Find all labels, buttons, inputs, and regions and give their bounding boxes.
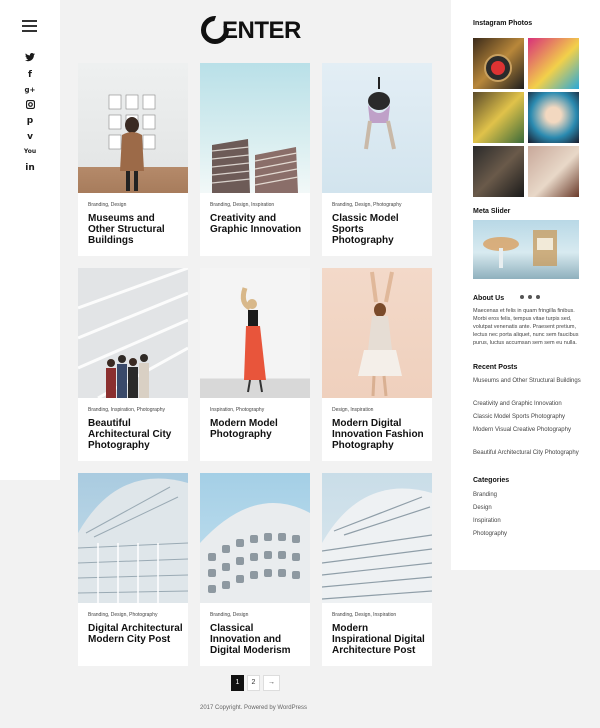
post-categories[interactable]: Inspiration, Photography: [210, 407, 264, 413]
recent-post-link[interactable]: Classic Model Sports Photography: [473, 413, 583, 422]
instagram-photo[interactable]: [528, 38, 579, 89]
category-link[interactable]: Inspiration: [473, 517, 583, 526]
post-title[interactable]: Museums and Other Structural Buildings: [88, 213, 184, 246]
twitter-icon[interactable]: [23, 53, 37, 65]
instagram-photo[interactable]: [528, 92, 579, 143]
post-title[interactable]: Creativity and Graphic Innovation: [210, 213, 306, 235]
google-plus-icon[interactable]: g+: [23, 84, 37, 96]
post-card[interactable]: Design, Inspiration Modern Digital Innov…: [322, 268, 432, 461]
instagram-photo[interactable]: [473, 146, 524, 197]
post-image[interactable]: [322, 63, 432, 193]
instagram-photo[interactable]: [473, 92, 524, 143]
category-link[interactable]: Design: [473, 504, 583, 513]
next-page-button[interactable]: →: [263, 675, 280, 691]
instagram-photo[interactable]: [473, 38, 524, 89]
instagram-icon[interactable]: [23, 99, 37, 112]
post-categories[interactable]: Design, Inspiration: [332, 407, 373, 413]
instagram-title: Instagram Photos: [473, 20, 533, 27]
category-link[interactable]: Photography: [473, 530, 583, 539]
categories-title: Categories: [473, 477, 510, 484]
post-card[interactable]: Branding, Design, Inspiration Creativity…: [200, 63, 310, 256]
post-categories[interactable]: Branding, Design: [88, 202, 126, 208]
about-title: About Us: [473, 295, 505, 302]
recent-post-link[interactable]: Creativity and Graphic Innovation: [473, 400, 583, 409]
meta-slider-image[interactable]: [473, 220, 579, 279]
pinterest-icon[interactable]: p: [23, 115, 37, 127]
post-image[interactable]: [322, 473, 432, 603]
recent-post-link[interactable]: Beautiful Architectural City Photography: [473, 449, 583, 458]
instagram-photo[interactable]: [528, 146, 579, 197]
post-categories[interactable]: Branding, Design: [210, 612, 248, 618]
post-card[interactable]: Branding, Design, Inspiration Modern Ins…: [322, 473, 432, 666]
logo-text: ENTER: [222, 17, 301, 44]
recent-posts-title: Recent Posts: [473, 364, 518, 371]
facebook-icon[interactable]: f: [23, 69, 37, 81]
post-image[interactable]: [200, 473, 310, 603]
post-card[interactable]: Branding, Design Classical Innovation an…: [200, 473, 310, 666]
post-image[interactable]: [78, 268, 188, 398]
linkedin-icon[interactable]: in: [23, 162, 37, 174]
post-image[interactable]: [200, 268, 310, 398]
post-title[interactable]: Modern Digital Innovation Fashion Photog…: [332, 418, 428, 451]
page-1-button[interactable]: 1: [231, 675, 244, 691]
page-2-button[interactable]: 2: [247, 675, 260, 691]
left-sidebar: f g+ p v You in: [0, 0, 60, 480]
footer-copyright: 2017 Copyright. Powered by WordPress: [200, 705, 307, 711]
post-title[interactable]: Classical Innovation and Digital Moderis…: [210, 623, 306, 656]
social-links: f g+ p v You in: [23, 53, 37, 177]
recent-post-link[interactable]: Modern Visual Creative Photography: [473, 426, 583, 435]
about-text: Maecenas et felis in quam fringilla fini…: [473, 308, 579, 346]
post-image[interactable]: [78, 473, 188, 603]
menu-icon[interactable]: [22, 20, 37, 32]
post-image[interactable]: [200, 63, 310, 193]
post-card[interactable]: Branding, Design, Photography Classic Mo…: [322, 63, 432, 256]
meta-slider-title: Meta Slider: [473, 208, 511, 215]
post-card[interactable]: Branding, Inspiration, Photography Beaut…: [78, 268, 188, 461]
post-categories[interactable]: Branding, Design, Inspiration: [210, 202, 274, 208]
post-categories[interactable]: Branding, Design, Inspiration: [332, 612, 396, 618]
site-logo[interactable]: ENTER: [200, 14, 310, 46]
post-title[interactable]: Modern Inspirational Digital Architectur…: [332, 623, 428, 656]
post-card[interactable]: Inspiration, Photography Modern Model Ph…: [200, 268, 310, 461]
post-title[interactable]: Digital Architectural Modern City Post: [88, 623, 184, 645]
post-categories[interactable]: Branding, Design, Photography: [88, 612, 158, 618]
post-categories[interactable]: Branding, Inspiration, Photography: [88, 407, 165, 413]
post-card[interactable]: Branding, Design, Photography Digital Ar…: [78, 473, 188, 666]
post-categories[interactable]: Branding, Design, Photography: [332, 202, 402, 208]
post-image[interactable]: [78, 63, 188, 193]
post-card[interactable]: Branding, Design Museums and Other Struc…: [78, 63, 188, 256]
vimeo-icon[interactable]: v: [23, 131, 37, 143]
category-link[interactable]: Branding: [473, 491, 583, 500]
post-title[interactable]: Beautiful Architectural City Photography: [88, 418, 184, 451]
recent-post-link[interactable]: Museums and Other Structural Buildings: [473, 377, 583, 386]
slider-dots[interactable]: [520, 286, 544, 304]
right-sidebar: Instagram Photos Meta Slider About Us Ma…: [451, 0, 600, 570]
post-title[interactable]: Modern Model Photography: [210, 418, 306, 440]
youtube-icon[interactable]: You: [23, 146, 37, 158]
post-image[interactable]: [322, 268, 432, 398]
post-title[interactable]: Classic Model Sports Photography: [332, 213, 428, 246]
